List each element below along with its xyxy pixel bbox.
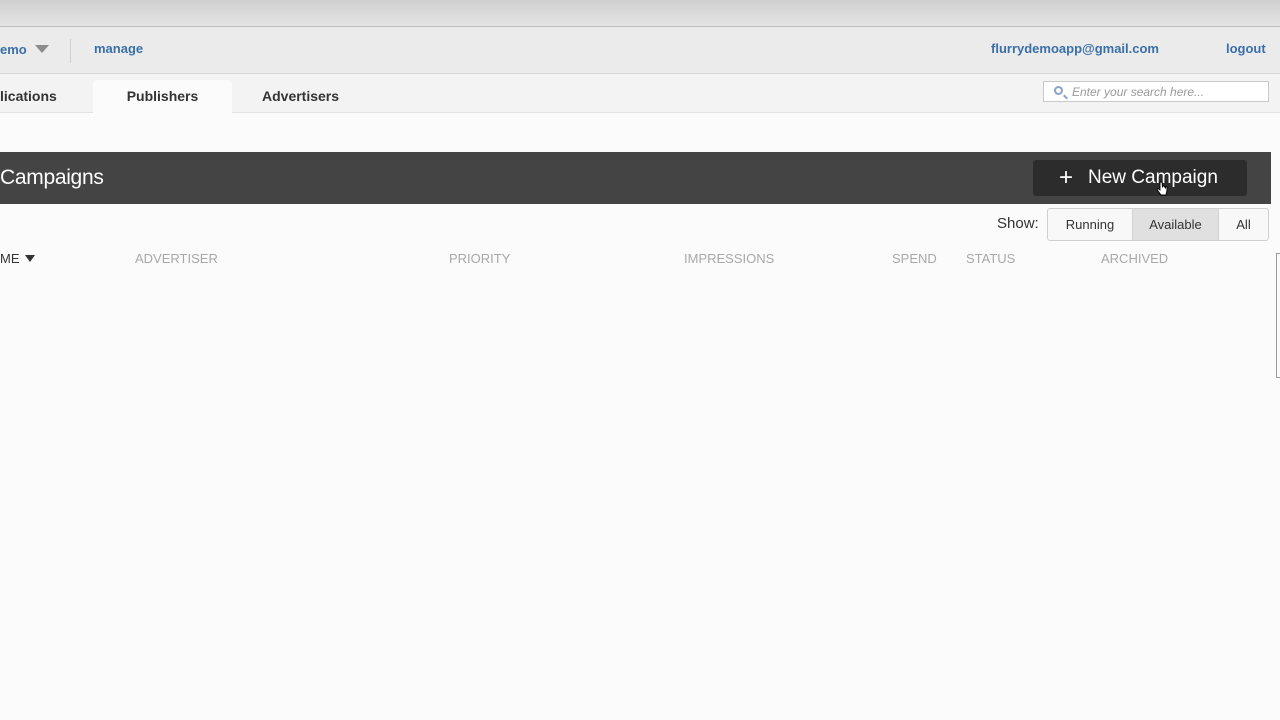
- plus-icon: +: [1059, 164, 1074, 191]
- divider: [70, 39, 71, 63]
- filter-available-button[interactable]: Available: [1133, 209, 1219, 240]
- column-header-priority[interactable]: PRIORITY: [449, 251, 510, 266]
- filter-all-button[interactable]: All: [1219, 209, 1268, 240]
- show-filter-label: Show:: [997, 215, 1039, 232]
- search-icon: [1054, 86, 1063, 95]
- new-campaign-button[interactable]: + New Campaign: [1033, 160, 1247, 196]
- column-header-impressions[interactable]: IMPRESSIONS: [684, 251, 774, 266]
- caret-down-icon[interactable]: [35, 45, 49, 53]
- account-email-link[interactable]: flurrydemoapp@gmail.com: [991, 41, 1159, 56]
- scrollbar[interactable]: [1276, 253, 1280, 378]
- sort-down-icon[interactable]: [25, 255, 35, 262]
- page-title: Campaigns: [0, 166, 104, 189]
- browser-top-strip: [0, 0, 1280, 27]
- search-box[interactable]: [1043, 81, 1269, 102]
- column-header-name[interactable]: ME: [0, 251, 20, 266]
- account-bar: emo manage flurrydemoapp@gmail.com logou…: [0, 27, 1280, 74]
- hand-cursor-icon: [1156, 181, 1168, 196]
- tab-applications[interactable]: lications: [0, 74, 80, 112]
- account-selector[interactable]: emo: [0, 42, 27, 57]
- logout-link[interactable]: logout: [1226, 41, 1266, 56]
- new-campaign-label: New Campaign: [1088, 167, 1218, 188]
- column-header-status[interactable]: STATUS: [966, 251, 1015, 266]
- tab-advertisers[interactable]: Advertisers: [262, 74, 362, 112]
- column-header-spend[interactable]: SPEND: [892, 251, 937, 266]
- manage-link[interactable]: manage: [94, 41, 143, 56]
- filter-running-button[interactable]: Running: [1048, 209, 1133, 240]
- column-header-advertiser[interactable]: ADVERTISER: [135, 251, 218, 266]
- campaigns-header: Campaigns + New Campaign: [0, 152, 1271, 204]
- search-input[interactable]: [1072, 83, 1262, 100]
- column-header-archived[interactable]: ARCHIVED: [1101, 251, 1168, 266]
- tab-publishers[interactable]: Publishers: [93, 80, 232, 113]
- status-filter-group: Running Available All: [1047, 208, 1269, 241]
